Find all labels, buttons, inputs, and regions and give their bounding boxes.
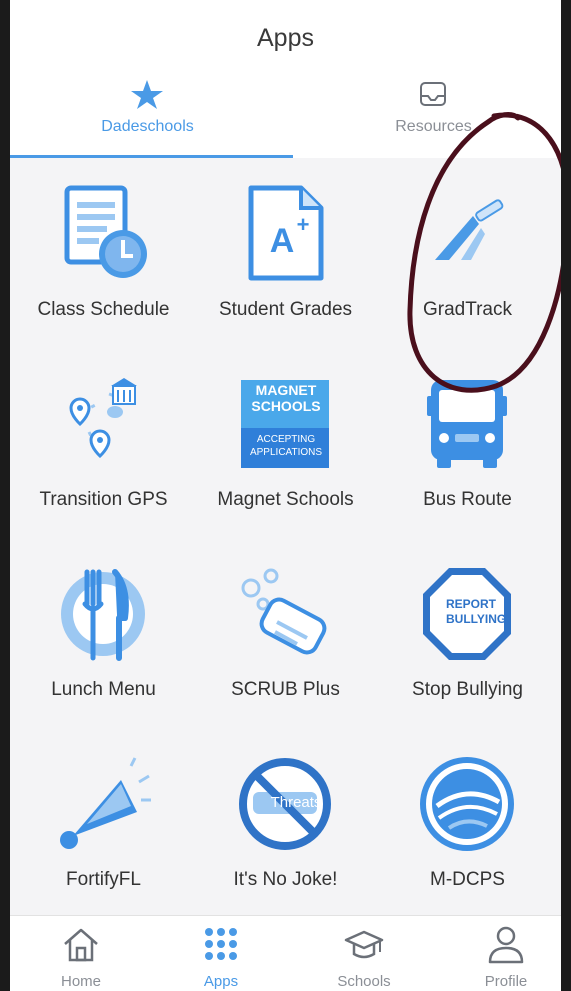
app-label: Bus Route (423, 489, 512, 510)
segment-label: Resources (395, 118, 472, 135)
inbox-icon (420, 82, 446, 106)
app-mdcps[interactable]: M-DCPS (376, 728, 559, 918)
app-label: FortifyFL (66, 869, 141, 890)
tab-label: Schools (337, 973, 391, 990)
app-bus-route[interactable]: Bus Route (376, 348, 559, 538)
tab-apps[interactable]: Apps (152, 916, 290, 991)
app-lunch-menu[interactable]: Lunch Menu (12, 538, 195, 728)
home-icon (64, 928, 98, 962)
stop-bullying-badge: REPORT BULLYING (446, 597, 507, 626)
header: Apps Dadeschools Resources (10, 0, 561, 158)
mdcps-logo-icon (420, 757, 514, 851)
app-fortifyfl[interactable]: FortifyFL (12, 728, 195, 918)
app-label: SCRUB Plus (231, 679, 340, 700)
app-label: Stop Bullying (412, 679, 523, 700)
star-icon (131, 80, 163, 109)
svg-text:+: + (297, 212, 310, 237)
gradtrack-icon (435, 199, 504, 260)
tab-home[interactable]: Home (12, 916, 150, 991)
app-scrub-plus[interactable]: SCRUB Plus (194, 538, 377, 728)
bottom-tab-bar: Home Apps Schools Profile (10, 915, 561, 991)
svg-text:A: A (270, 222, 295, 260)
tab-label: Profile (484, 973, 528, 990)
app-class-schedule[interactable]: Class Schedule (12, 158, 195, 348)
scrub-plus-icon (241, 568, 327, 655)
student-grades-icon: A + (248, 185, 324, 281)
segment-label: Dadeschools (101, 118, 194, 135)
tab-label: Home (60, 973, 101, 990)
tab-profile[interactable]: Profile (437, 916, 561, 991)
bus-icon (427, 380, 507, 468)
tab-schools[interactable]: Schools (295, 916, 433, 991)
class-schedule-icon (64, 185, 147, 278)
app-label: Magnet Schools (217, 489, 354, 510)
lunch-menu-icon (61, 569, 145, 661)
magnet-badge-top: MAGNET SCHOOLS (251, 382, 321, 414)
segment-resources[interactable]: Resources (286, 78, 561, 158)
app-label: M-DCPS (430, 869, 505, 890)
app-its-no-joke[interactable]: Threats It's No Joke! (194, 728, 377, 918)
page-title: Apps (257, 24, 314, 52)
tab-label: Apps (203, 973, 239, 990)
app-label: It's No Joke! (233, 869, 338, 890)
apps-grid-icon (205, 928, 237, 960)
app-label: GradTrack (422, 299, 513, 320)
app-label: Student Grades (218, 299, 353, 320)
apps-grid: Class Schedule A + Student Grades GradTr… (10, 158, 561, 915)
segment-dadeschools[interactable]: Dadeschools (10, 78, 285, 158)
transition-gps-icon (69, 378, 137, 459)
app-student-grades[interactable]: A + Student Grades (194, 158, 377, 348)
app-stop-bullying[interactable]: REPORT BULLYING Stop Bullying (376, 538, 559, 728)
phone-screen: Apps Dadeschools Resources Class Schedul… (10, 0, 561, 991)
profile-icon (488, 926, 524, 964)
app-magnet-schools[interactable]: MAGNET SCHOOLS ACCEPTING APPLICATIONS Ma… (194, 348, 377, 538)
magnet-badge-bottom: ACCEPTING APPLICATIONS (249, 434, 323, 458)
threats-badge: Threats (270, 794, 322, 811)
app-label: Transition GPS (39, 489, 168, 510)
app-label: Class Schedule (37, 299, 170, 320)
fortifyfl-icon (60, 757, 151, 849)
app-gradtrack[interactable]: GradTrack (376, 158, 559, 348)
app-label: Lunch Menu (51, 679, 156, 700)
app-transition-gps[interactable]: Transition GPS (12, 348, 195, 538)
graduation-cap-icon (344, 930, 384, 959)
